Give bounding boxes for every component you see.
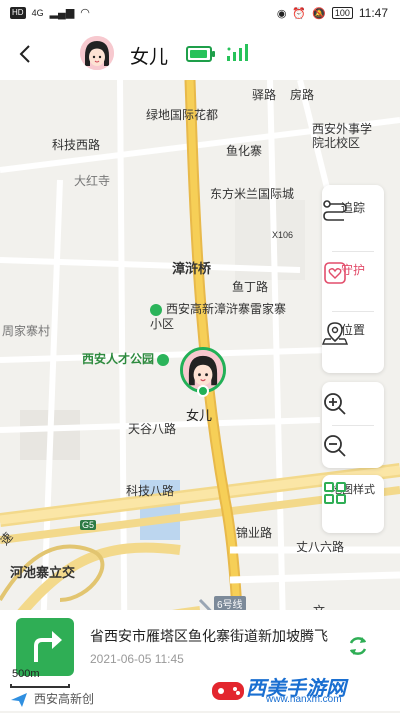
eye-icon: ◉	[276, 7, 287, 20]
map-label: X106	[272, 230, 294, 240]
map-label: 大红寺	[74, 174, 111, 188]
guard-button[interactable]: 守护	[322, 261, 384, 284]
send-arrow-icon	[11, 693, 27, 707]
map-label: 绿地国际花都	[146, 108, 219, 122]
address-text: 省西安市雁塔区鱼化寨街道新加坡腾飞	[90, 628, 328, 644]
map-label: 鱼化寨	[226, 144, 263, 158]
divider	[332, 425, 374, 426]
address-time: 2021-06-05 11:45	[90, 652, 184, 666]
route-icon	[323, 200, 347, 221]
map-label-text: 西安人才公园	[82, 352, 155, 366]
map-style-panel: 地图样式	[322, 475, 384, 533]
grid-layers-icon	[324, 482, 346, 504]
action-panel: 追踪 守护 位置	[322, 185, 384, 373]
back-button[interactable]	[12, 40, 40, 68]
battery-fill	[190, 50, 207, 58]
battery-indicator	[186, 46, 215, 62]
signal-icon: ▂▄▆	[49, 7, 75, 19]
park-icon	[157, 353, 170, 366]
zoom-out-icon	[324, 435, 346, 457]
track-button[interactable]: 追踪	[322, 199, 384, 221]
watermark-url: www.hanxm.com	[266, 694, 342, 705]
map-label: 西安人才公园	[82, 350, 173, 367]
map-label: 河池寨立交	[10, 565, 76, 580]
map-label: 驿路	[252, 88, 277, 102]
mute-icon: 🔕	[312, 7, 326, 20]
map-label: 鱼丁路	[232, 280, 269, 294]
location-pin-icon	[322, 322, 348, 345]
avatar[interactable]	[80, 36, 114, 70]
hd-badge: HD	[10, 6, 26, 19]
scale-label: 500m	[12, 668, 40, 680]
metro-badge: 6号线	[214, 596, 246, 611]
wifi-icon: ◠	[80, 7, 90, 19]
marker-pin	[197, 385, 209, 397]
gamepad-icon	[212, 682, 244, 700]
refresh-icon[interactable]	[346, 634, 370, 658]
map-style-button[interactable]: 地图样式	[322, 481, 384, 504]
divider	[332, 311, 374, 312]
map-label: 漳浒桥	[172, 261, 212, 276]
alarm-icon: ⏰	[292, 7, 307, 20]
map-label: 科技八路	[126, 484, 175, 498]
status-time: 11:47	[358, 6, 388, 20]
map-label: 天谷八路	[128, 422, 177, 436]
map-label-text: 西安高新漳浒寨雷家寨小区	[150, 302, 287, 331]
status-bar: HD 4G ▂▄▆ ◠ ◉ ⏰ 🔕 100 11:47	[0, 0, 400, 28]
highway-badge: G5	[80, 520, 97, 530]
scale-bar	[10, 684, 70, 688]
girl-avatar-icon	[183, 350, 223, 390]
heart-shield-icon	[324, 262, 346, 284]
map-label: 西安外事学院北校区	[312, 122, 373, 150]
map-label: 东方米兰国际城	[210, 187, 295, 201]
map-label: 房路	[290, 88, 315, 102]
location-button[interactable]: 位置	[322, 321, 384, 345]
network-label: 4G	[31, 7, 44, 18]
zoom-panel	[322, 382, 384, 468]
page-title: 女儿	[130, 47, 169, 68]
map-label: 周家寨村	[2, 324, 51, 338]
divider	[332, 251, 374, 252]
map-label: 西安高新漳浒寨雷家寨小区	[150, 302, 290, 332]
battery-percent: 100	[331, 7, 353, 19]
map-label: 锦业路	[236, 526, 273, 540]
map-label: 西安高新创	[34, 692, 95, 706]
marker-name: 女儿	[186, 408, 213, 423]
poi-icon	[150, 303, 162, 316]
map-label: 科技西路	[52, 138, 101, 152]
signal-strength-icon	[227, 44, 248, 61]
map-label: 丈八六路	[296, 540, 345, 554]
chevron-left-icon	[19, 45, 30, 63]
girl-avatar-icon	[80, 36, 114, 70]
header: 女儿	[0, 28, 400, 80]
zoom-in-icon	[324, 393, 346, 415]
